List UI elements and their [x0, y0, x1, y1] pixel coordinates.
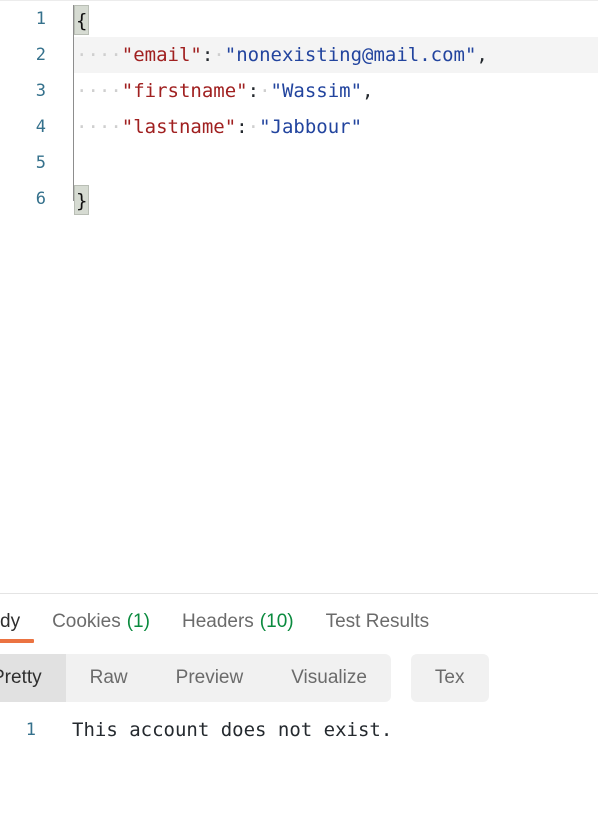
response-tab-count: (10) [259, 610, 294, 632]
code-line-highlight [74, 1, 598, 37]
response-type-selector[interactable]: Tex [410, 654, 489, 702]
response-format-segmented-control[interactable]: PrettyRawPreviewVisualize [0, 654, 391, 702]
response-format-bar: PrettyRawPreviewVisualize Tex [0, 651, 598, 705]
code-token-str: "Wassim" [270, 80, 363, 102]
code-token-punc: , [476, 44, 488, 66]
code-line-number: 3 [35, 81, 46, 101]
code-token-punc: : [247, 80, 260, 102]
code-token-str: "Jabbour" [259, 116, 363, 138]
response-tab-label: Test Results [325, 610, 430, 632]
request-body-editor[interactable]: 1{2 ····"email":·"nonexisting@mail.com", 3… [0, 0, 598, 593]
code-line-text: { [74, 1, 90, 37]
code-line[interactable]: 4 ····"lastname":·"Jabbour" [0, 109, 598, 145]
response-tab-body[interactable]: dy [0, 594, 36, 649]
response-tab-bar: dy Cookies (1) Headers (10) Test Results [0, 594, 598, 649]
bracket-match-highlight: } [74, 184, 90, 215]
code-line-highlight [74, 145, 598, 181]
code-token-key: "lastname" [121, 116, 237, 138]
response-type-selector-label[interactable]: Tex [411, 654, 489, 702]
code-line[interactable]: 6} [0, 181, 598, 217]
response-pane: dyCookies(1)Headers(10)Test Results Pret… [0, 593, 598, 818]
code-token-ws: · [247, 116, 260, 138]
code-line-text: ····"firstname":·"Wassim", [76, 73, 373, 109]
code-line[interactable]: 2 ····"email":·"nonexisting@mail.com", [0, 37, 598, 73]
code-line-number: 6 [35, 189, 46, 209]
response-tab-headers[interactable]: Headers (10) [166, 594, 310, 649]
response-body-viewer[interactable]: 1 This account does not exist. [0, 712, 598, 819]
response-tab-count: (1) [126, 610, 150, 632]
code-token-key: "email" [121, 44, 202, 66]
code-line-number: 2 [35, 45, 46, 65]
code-line-text: ····"email":·"nonexisting@mail.com", [76, 37, 488, 73]
bracket-match-highlight: { [74, 4, 90, 35]
code-line[interactable]: 1{ [0, 1, 598, 37]
code-line-text: ····"lastname":·"Jabbour" [76, 109, 362, 145]
response-tab-label: Headers [181, 610, 254, 632]
response-format-raw[interactable]: Raw [66, 654, 152, 702]
code-rows: 1{2 ····"email":·"nonexisting@mail.com", 3… [0, 1, 598, 217]
response-body-line-number: 1 [25, 720, 36, 740]
indent-whitespace-marker: ···· [76, 80, 122, 102]
code-token-ws: · [213, 44, 225, 66]
code-line-highlight [74, 181, 598, 217]
code-line-text: } [74, 181, 90, 217]
active-tab-underline [0, 639, 34, 643]
code-token-punc: : [236, 116, 248, 138]
code-line-number: 1 [35, 9, 46, 29]
response-tab-test-results[interactable]: Test Results [310, 594, 445, 649]
code-line[interactable]: 5 [0, 145, 598, 181]
response-tab-label: dy [0, 610, 21, 632]
response-format-visualize[interactable]: Visualize [267, 654, 391, 702]
response-body-line-text: This account does not exist. [72, 719, 393, 741]
code-token-punc: , [362, 80, 374, 102]
code-line[interactable]: 3 ····"firstname":·"Wassim", [0, 73, 598, 109]
code-token-punc: : [201, 44, 214, 66]
response-tab-label: Cookies [52, 610, 121, 632]
indent-whitespace-marker: ···· [76, 116, 122, 138]
response-format-preview[interactable]: Preview [152, 654, 268, 702]
code-token-ws: · [259, 80, 271, 102]
response-tab-cookies[interactable]: Cookies (1) [36, 594, 166, 649]
code-line-number: 4 [35, 117, 46, 137]
code-line-number: 5 [35, 153, 46, 173]
code-token-str: "nonexisting@mail.com" [224, 44, 477, 66]
response-body-line: 1 This account does not exist. [0, 712, 598, 748]
code-token-key: "firstname" [121, 80, 248, 102]
indent-whitespace-marker: ···· [76, 44, 122, 66]
response-format-pretty[interactable]: Pretty [0, 654, 66, 702]
editor-gutter-divider [73, 5, 74, 201]
